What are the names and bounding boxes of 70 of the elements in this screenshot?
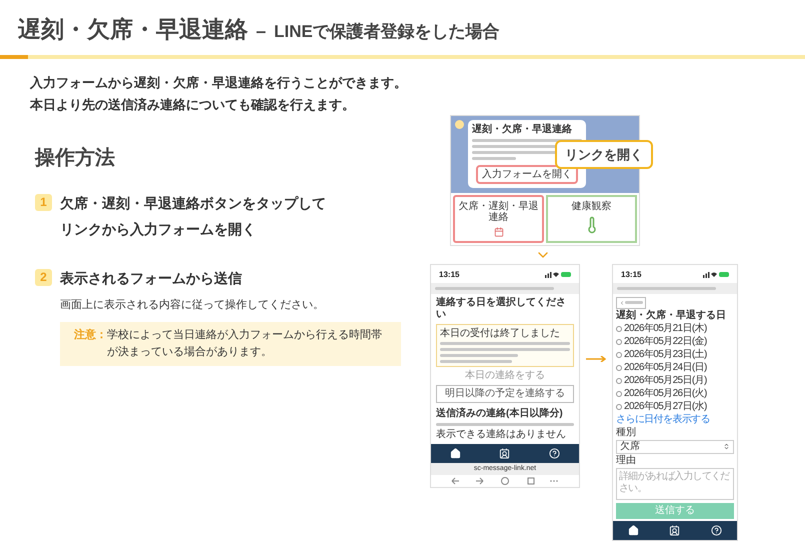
step-description: 画面上に表示される内容に従って操作してください。	[60, 298, 325, 312]
date-radio-option[interactable]: 2026年05月25日(月)	[616, 374, 734, 386]
right-arrow-icon	[586, 356, 606, 362]
date-radio-option[interactable]: 2026年05月26日(火)	[616, 388, 734, 400]
date-label: 2026年05月24日(日)	[624, 362, 707, 374]
menu-tile[interactable]: 健康観察	[546, 194, 637, 242]
radio-button[interactable]	[616, 352, 622, 358]
radio-button[interactable]	[616, 338, 622, 344]
title-dash: –	[256, 20, 266, 42]
help-icon[interactable]	[548, 448, 560, 458]
notice-title: 本日の受付は終了しました	[440, 328, 561, 338]
menu-tile-label: 欠席・遅刻・早退連絡	[458, 200, 540, 222]
id-card-icon[interactable]	[669, 524, 680, 536]
radio-button[interactable]	[616, 378, 622, 384]
date-label: 2026年05月21日(木)	[624, 322, 707, 334]
date-label: 2026年05月27日(水)	[624, 400, 707, 412]
callout-bubble: リンクを開く	[555, 140, 653, 169]
step-text: 欠席・遅刻・早退連絡ボタンをタップして	[60, 194, 326, 212]
reason-field[interactable]: 詳細があれば入力してください。	[616, 468, 734, 500]
note-label: 注意：	[74, 328, 107, 343]
home-icon[interactable]	[628, 524, 640, 536]
sent-heading: 送信済みの連絡(本日以降分)	[436, 406, 564, 420]
date-label: 2026年05月25日(月)	[624, 374, 707, 386]
step-number-badge: 1	[35, 194, 52, 210]
section-heading: 操作方法	[35, 146, 116, 170]
form-heading: 連絡する日を選択してください	[436, 296, 567, 320]
type-select[interactable]: 欠席	[616, 440, 734, 454]
note-text: 学校によって当日連絡が入力フォームから行える時間帯が決まっている場合があります。	[107, 328, 383, 360]
home-icon[interactable]	[450, 448, 462, 458]
empty-message: 表示できる連絡はありません	[436, 428, 567, 442]
more-dates-link[interactable]: さらに日付を表示する	[616, 414, 734, 426]
step-text: リンクから入力フォームを開く	[60, 220, 257, 239]
intro-text: 本日より先の送信済み連絡についても確認を行えます。	[30, 96, 356, 114]
radio-button[interactable]	[616, 364, 622, 370]
radio-button[interactable]	[616, 326, 622, 332]
date-radio-option[interactable]: 2026年05月24日(日)	[616, 362, 734, 374]
status-icons-icon	[703, 271, 729, 278]
blurred-text-line	[625, 301, 643, 304]
status-time: 13:15	[621, 268, 642, 280]
menu-tile-label: 健康観察	[570, 200, 612, 212]
date-label: 2026年05月26日(火)	[624, 388, 707, 400]
menu-tile[interactable]: 欠席・遅刻・早退連絡	[453, 194, 544, 242]
type-label: 種別	[616, 426, 637, 438]
help-icon[interactable]	[710, 524, 722, 536]
page-title: 遅刻・欠席・早退連絡	[18, 15, 248, 44]
date-radio-option[interactable]: 2026年05月23日(土)	[616, 348, 734, 360]
date-radio-option[interactable]: 2026年05月22日(金)	[616, 336, 734, 348]
id-card-icon[interactable]	[499, 448, 510, 458]
radio-button[interactable]	[616, 404, 622, 410]
page-subtitle: LINEで保護者登録をした場合	[274, 21, 500, 43]
status-icons-icon	[545, 271, 571, 278]
date-label: 2026年05月23日(土)	[624, 348, 707, 360]
blurred-text-line	[440, 360, 512, 362]
browser-toolbar-icon[interactable]	[450, 477, 560, 485]
future-contact-button[interactable]: 明日以降の予定を連絡する	[436, 384, 574, 402]
bot-avatar-icon	[455, 120, 464, 128]
status-time: 13:15	[439, 268, 460, 280]
radio-button[interactable]	[616, 390, 622, 396]
cancel-button[interactable]	[616, 296, 646, 308]
intro-text: 入力フォームから遅刻・欠席・早退連絡を行うことができます。	[30, 74, 408, 92]
message-title: 遅刻・欠席・早退連絡	[472, 124, 573, 136]
step-number-badge: 2	[35, 268, 52, 286]
date-radio-option[interactable]: 2026年05月21日(木)	[616, 322, 734, 334]
blurred-text-line	[472, 156, 516, 160]
reason-label: 理由	[616, 454, 637, 466]
step-text: 表示されるフォームから送信	[60, 268, 243, 288]
date-radio-option[interactable]: 2026年05月27日(水)	[616, 400, 734, 412]
date-label: 2026年05月22日(金)	[624, 336, 707, 348]
select-arrows-icon	[723, 443, 730, 450]
date-heading: 遅刻・欠席・早退する日	[616, 310, 727, 322]
